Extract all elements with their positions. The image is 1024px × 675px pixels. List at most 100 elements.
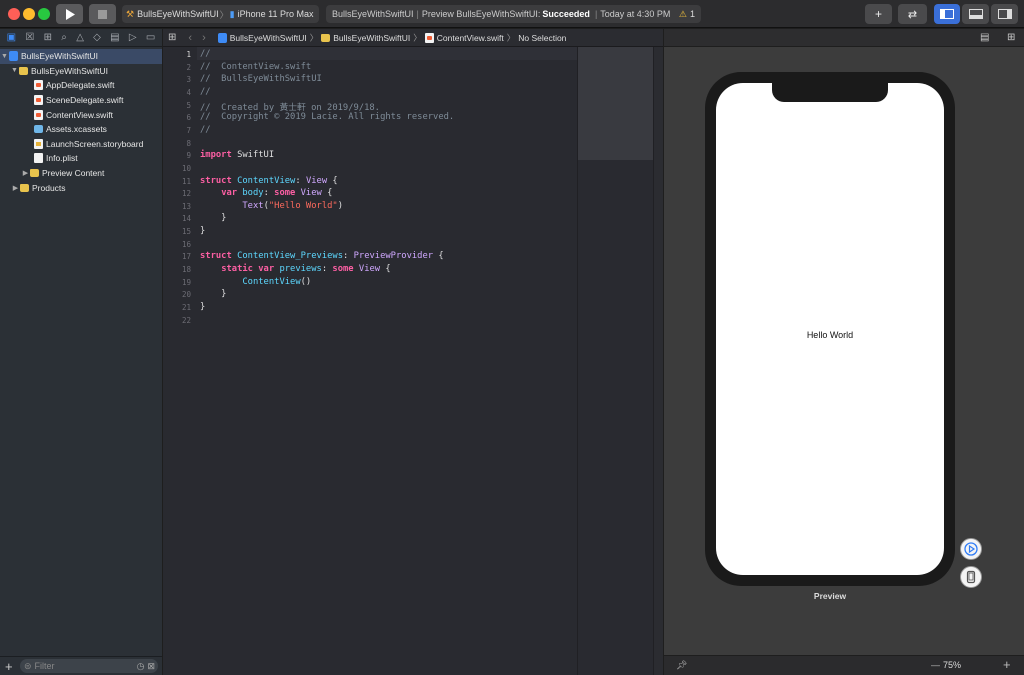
status-time: Today at 4:30 PM — [600, 9, 671, 19]
left-panel-icon — [940, 9, 954, 19]
device-name: iPhone 11 Pro Max — [237, 9, 314, 19]
symbol-icon[interactable]: ⊞ — [44, 32, 52, 43]
tree-item-group[interactable]: ▼ BullsEyeWithSwiftUI — [0, 64, 162, 79]
pin-icon[interactable]: 📌︎ — [676, 660, 687, 671]
test-icon[interactable]: ◇ — [93, 32, 101, 43]
code-token: // — [200, 49, 211, 59]
minimize-window-button[interactable] — [23, 8, 35, 20]
code-line[interactable]: struct ContentView_Previews: PreviewProv… — [200, 251, 444, 261]
add-editor-icon[interactable]: ⊞ — [1007, 32, 1015, 43]
code-line[interactable]: } — [200, 213, 226, 223]
editor-scrollbar[interactable] — [653, 47, 663, 675]
code-token: var — [258, 264, 275, 275]
swift-file-icon — [34, 109, 43, 120]
source-control-icon[interactable]: ☒ — [25, 32, 34, 43]
code-line[interactable]: static var previews: some View { — [200, 264, 391, 274]
status-result: Succeeded — [542, 9, 590, 19]
code-line[interactable]: import SwiftUI — [200, 150, 274, 160]
tree-item-file[interactable]: AppDelegate.swift — [0, 78, 162, 93]
filter-field[interactable]: ⊜ Filter ◷ ⊠ — [20, 659, 158, 673]
recent-files-icon[interactable]: ◷ — [137, 661, 145, 672]
report-icon[interactable]: ▭ — [146, 32, 155, 43]
disclosure-open-icon[interactable]: ▼ — [0, 53, 9, 60]
tree-item-label: Products — [32, 182, 66, 193]
tree-item-file[interactable]: ContentView.swift — [0, 107, 162, 122]
scheme-selector[interactable]: ⚒ BullsEyeWithSwiftUI 〉 ▮ iPhone 11 Pro … — [122, 5, 319, 23]
canvas-bottom-bar: 📌︎ — 75% + — [664, 655, 1024, 675]
breadcrumb-group[interactable]: BullsEyeWithSwiftUI — [333, 33, 410, 43]
device-screen[interactable]: Hello World — [716, 83, 944, 575]
breadcrumb-file[interactable]: ContentView.swift — [437, 33, 504, 43]
stop-button[interactable] — [89, 4, 116, 24]
tree-item-group[interactable]: ▶ Products — [0, 180, 162, 195]
run-button[interactable] — [56, 4, 83, 24]
code-line[interactable]: // ContentView.swift — [200, 62, 311, 72]
code-token: View — [300, 188, 322, 199]
toggle-navigator-button[interactable] — [934, 4, 960, 24]
code-line[interactable]: var body: some View { — [200, 188, 332, 198]
code-line[interactable]: // Copyright © 2019 Lacie. All rights re… — [200, 112, 454, 122]
folder-icon[interactable]: ▣ — [7, 32, 16, 43]
tree-item-file[interactable]: Assets.xcassets — [0, 122, 162, 137]
code-line[interactable]: // — [200, 87, 211, 97]
toggle-debug-area-button[interactable] — [962, 4, 989, 24]
swift-file-icon — [34, 95, 43, 106]
find-icon[interactable]: ⌕ — [61, 32, 67, 43]
zoom-window-button[interactable] — [38, 8, 50, 20]
disclosure-closed-icon[interactable]: ▶ — [11, 184, 20, 192]
issue-icon[interactable]: △ — [76, 32, 84, 43]
disclosure-closed-icon[interactable]: ▶ — [21, 169, 30, 177]
code-token: "Hello World" — [268, 200, 338, 211]
code-token: Text — [242, 200, 264, 211]
live-preview-button[interactable] — [960, 538, 982, 560]
related-items-icon[interactable]: ⊞ — [168, 32, 176, 43]
hammer-icon: ⚒ — [126, 8, 135, 19]
device-icon — [966, 570, 976, 584]
code-line[interactable]: // Created by 黃士軒 on 2019/9/18. — [200, 100, 380, 113]
breadcrumb-selection[interactable]: No Selection — [518, 33, 566, 43]
code-line[interactable]: Text("Hello World") — [200, 201, 343, 211]
zoom-out-icon[interactable]: — — [931, 660, 940, 670]
breakpoint-icon[interactable]: ▷ — [129, 32, 137, 43]
zoom-level[interactable]: 75% — [943, 660, 961, 670]
status-project: BullsEyeWithSwiftUI — [332, 9, 414, 19]
code-line[interactable]: } — [200, 226, 205, 236]
tree-item-file[interactable]: LaunchScreen.storyboard — [0, 137, 162, 152]
code-token: // Copyright © 2019 Lacie. All rights re… — [200, 112, 455, 123]
code-line[interactable]: struct ContentView: View { — [200, 176, 338, 186]
code-token: View — [305, 175, 328, 186]
add-file-button[interactable]: + — [5, 659, 13, 674]
toggle-inspector-button[interactable] — [991, 4, 1018, 24]
chevron-right-icon: 〉 — [309, 32, 319, 43]
code-review-button[interactable]: ⇄ — [898, 4, 927, 24]
library-button[interactable]: + — [865, 4, 892, 24]
scm-filter-icon[interactable]: ⊠ — [147, 661, 155, 672]
tree-item-file[interactable]: SceneDelegate.swift — [0, 93, 162, 108]
back-arrow-icon[interactable]: ‹ — [188, 32, 192, 44]
code-line[interactable]: // BullsEyeWithSwiftUI — [200, 74, 322, 84]
zoom-in-icon[interactable]: + — [1003, 657, 1011, 672]
breadcrumb-project[interactable]: BullsEyeWithSwiftUI — [230, 33, 307, 43]
code-line[interactable]: // — [200, 49, 211, 59]
code-line[interactable]: } — [200, 289, 226, 299]
warning-badge[interactable]: ⚠ 1 — [679, 9, 695, 20]
code-line[interactable]: // — [200, 125, 211, 135]
tree-item-group[interactable]: ▶ Preview Content — [0, 166, 162, 181]
close-window-button[interactable] — [8, 8, 20, 20]
forward-arrow-icon[interactable]: › — [202, 32, 206, 44]
code-line[interactable]: } — [200, 302, 205, 312]
navigator-filter-bar: + ⊜ Filter ◷ ⊠ — [0, 656, 162, 675]
code-area[interactable]: // // ContentView.swift // BullsEyeWithSwi… — [163, 47, 577, 675]
minimap-visible-region[interactable] — [578, 47, 653, 160]
code-token: : — [343, 251, 354, 262]
debug-icon[interactable]: ▤ — [110, 32, 119, 43]
disclosure-open-icon[interactable]: ▼ — [10, 67, 19, 74]
tree-item-file[interactable]: Info.plist — [0, 151, 162, 166]
tree-item-project[interactable]: ▼ BullsEyeWithSwiftUI — [0, 49, 162, 64]
editor-options-icon[interactable]: ▤ — [980, 32, 989, 43]
tree-item-label: Preview Content — [42, 168, 105, 179]
code-line[interactable]: ContentView() — [200, 277, 311, 287]
code-token: static — [221, 264, 253, 275]
preview-on-device-button[interactable] — [960, 566, 982, 588]
